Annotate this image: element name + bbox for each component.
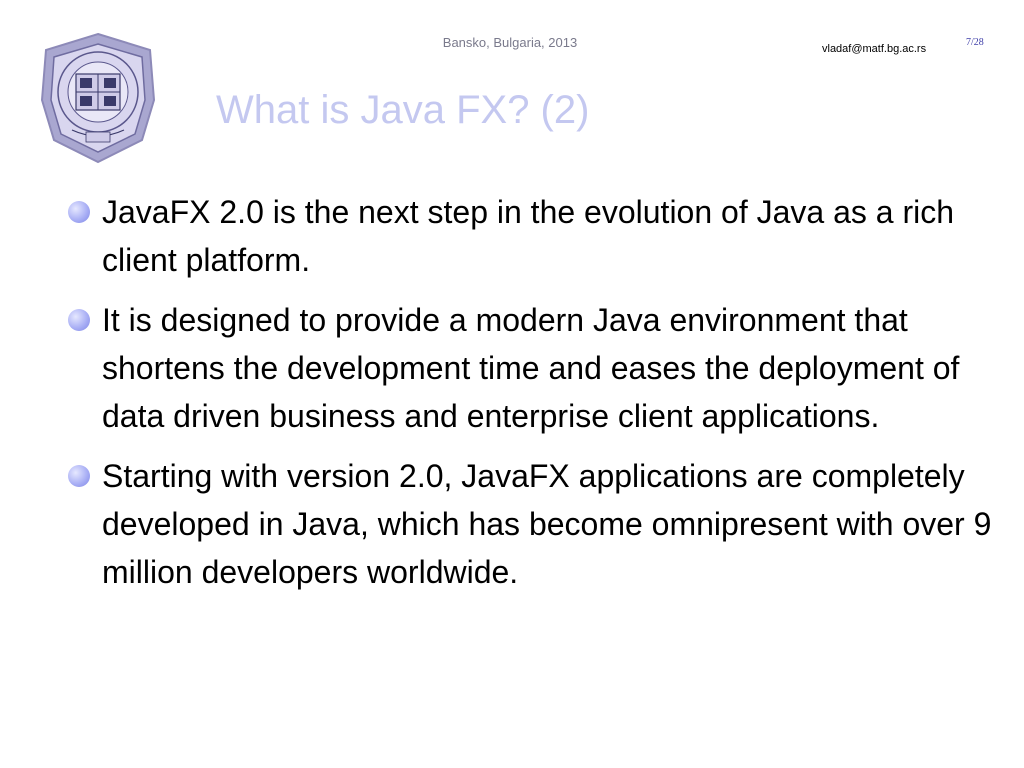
slide-header-email: vladaf@matf.bg.ac.rs — [822, 43, 927, 55]
slide-page-number: 7/28 — [966, 37, 984, 48]
bullet-text: It is designed to provide a modern Java … — [102, 302, 960, 434]
bullet-text: JavaFX 2.0 is the next step in the evolu… — [102, 194, 955, 278]
bullet-dot-icon — [68, 309, 90, 331]
bullet-dot-icon — [68, 201, 90, 223]
bullet-item: It is designed to provide a modern Java … — [64, 296, 1014, 440]
university-seal-icon — [38, 30, 158, 166]
slide-header-location: Bansko, Bulgaria, 2013 — [442, 35, 578, 50]
slide: Bansko, Bulgaria, 2013 vladaf@matf.bg.ac… — [0, 0, 1024, 768]
bullet-item: Starting with version 2.0, JavaFX applic… — [64, 452, 1014, 596]
bullet-text: Starting with version 2.0, JavaFX applic… — [102, 458, 992, 590]
bullet-list: JavaFX 2.0 is the next step in the evolu… — [64, 188, 1014, 608]
bullet-item: JavaFX 2.0 is the next step in the evolu… — [64, 188, 1014, 284]
slide-title: What is Java FX? (2) — [216, 88, 590, 132]
bullet-dot-icon — [68, 465, 90, 487]
